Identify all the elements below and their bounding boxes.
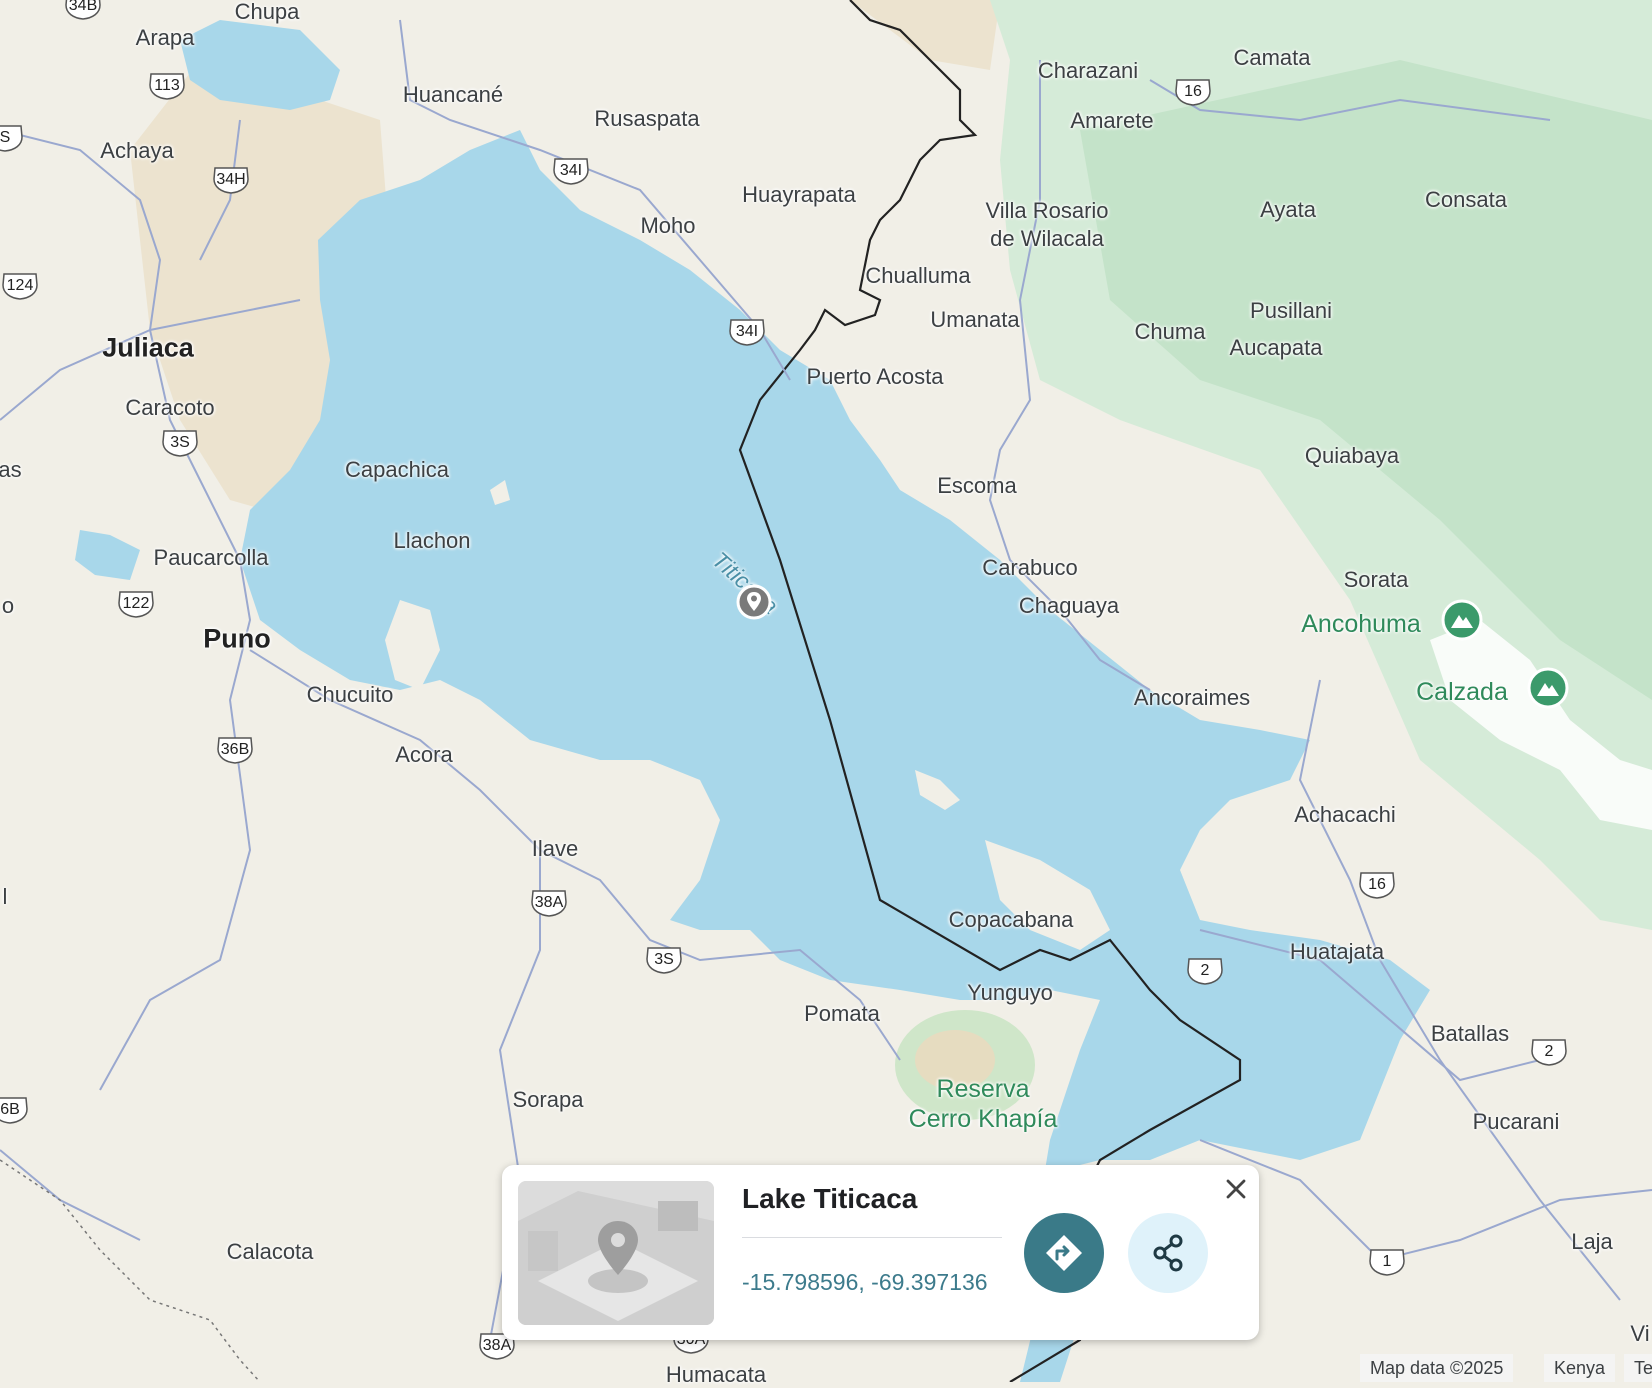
place-label[interactable]: Huatajata bbox=[1290, 939, 1384, 965]
road-shield: 124 bbox=[0, 271, 40, 301]
place-label[interactable]: Chupa bbox=[235, 0, 300, 25]
place-label[interactable]: Batallas bbox=[1431, 1021, 1509, 1047]
place-label[interactable]: Sorapa bbox=[513, 1087, 584, 1113]
mountain-peak-icon[interactable] bbox=[1441, 599, 1483, 641]
place-label[interactable]: Laja bbox=[1571, 1229, 1613, 1255]
close-icon bbox=[1226, 1179, 1246, 1199]
road-shield: 34I bbox=[727, 317, 767, 347]
place-label[interactable]: Achacachi bbox=[1294, 802, 1396, 828]
place-label[interactable]: Pucarani bbox=[1473, 1109, 1560, 1135]
place-label[interactable]: Aucapata bbox=[1230, 335, 1323, 361]
place-label[interactable]: Ancoraimes bbox=[1134, 685, 1250, 711]
road-shield: 1 bbox=[1367, 1247, 1407, 1277]
directions-icon bbox=[1046, 1235, 1082, 1271]
mountain-peak-icon[interactable] bbox=[1527, 667, 1569, 709]
place-label[interactable]: Umanata bbox=[930, 307, 1019, 333]
place-label[interactable]: Ilave bbox=[532, 836, 578, 862]
place-label[interactable]: Puerto Acosta bbox=[807, 364, 944, 390]
place-label[interactable]: Camata bbox=[1233, 45, 1310, 71]
road-shield: 122 bbox=[116, 589, 156, 619]
place-coordinates[interactable]: -15.798596, -69.397136 bbox=[742, 1269, 988, 1296]
place-label[interactable]: Yunguyo bbox=[967, 980, 1053, 1006]
road-shield: 38A bbox=[529, 888, 569, 918]
map-data-attribution: Map data ©2025 bbox=[1360, 1354, 1514, 1382]
road-shield: 34H bbox=[211, 165, 251, 195]
place-label[interactable]: Paucarcolla bbox=[154, 545, 269, 571]
road-shield: 3S bbox=[644, 945, 684, 975]
place-label[interactable]: Pomata bbox=[804, 1001, 880, 1027]
divider bbox=[742, 1237, 1002, 1238]
place-label[interactable]: Chuma bbox=[1135, 319, 1206, 345]
city-label[interactable]: Puno bbox=[203, 624, 271, 655]
road-shield: 6B bbox=[0, 1095, 30, 1125]
place-label[interactable]: Copacabana bbox=[949, 907, 1074, 933]
road-shield: 36B bbox=[215, 735, 255, 765]
road-shield: 3S bbox=[160, 428, 200, 458]
place-label[interactable]: Pusillani bbox=[1250, 298, 1332, 324]
road-shield: 34I bbox=[551, 156, 591, 186]
road-shield: 16 bbox=[1357, 870, 1397, 900]
place-label[interactable]: Arapa bbox=[136, 25, 195, 51]
place-label[interactable]: Vi bbox=[1630, 1321, 1649, 1347]
road-shield: 113 bbox=[147, 71, 187, 101]
place-label[interactable]: Huayrapata bbox=[742, 182, 856, 208]
place-label[interactable]: Rusaspata bbox=[594, 106, 699, 132]
place-label[interactable]: Chaguaya bbox=[1019, 593, 1119, 619]
place-label[interactable]: Charazani bbox=[1038, 58, 1138, 84]
close-button[interactable] bbox=[1220, 1173, 1252, 1205]
share-button[interactable] bbox=[1128, 1213, 1208, 1293]
country-link[interactable]: Kenya bbox=[1544, 1354, 1616, 1382]
city-label[interactable]: Juliaca bbox=[102, 333, 194, 364]
place-label[interactable]: Calacota bbox=[227, 1239, 314, 1265]
place-label[interactable]: as bbox=[0, 457, 22, 483]
place-label[interactable]: Achaya bbox=[100, 138, 173, 164]
peak-label[interactable]: Ancohuma bbox=[1301, 609, 1421, 639]
place-label[interactable]: Caracoto bbox=[125, 395, 214, 421]
place-label[interactable]: Llachon bbox=[393, 528, 470, 554]
place-label[interactable]: l bbox=[3, 884, 8, 910]
place-label[interactable]: Escoma bbox=[937, 473, 1016, 499]
place-label[interactable]: Humacata bbox=[666, 1362, 766, 1388]
place-label[interactable]: Moho bbox=[640, 213, 695, 239]
place-label[interactable]: Carabuco bbox=[982, 555, 1077, 581]
place-label[interactable]: Huancané bbox=[403, 82, 503, 108]
road-shield: 16 bbox=[1173, 77, 1213, 107]
place-label[interactable]: Ayata bbox=[1260, 197, 1316, 223]
peak-label[interactable]: Calzada bbox=[1416, 677, 1508, 707]
place-label[interactable]: Sorata bbox=[1344, 567, 1409, 593]
place-label[interactable]: Chualluma bbox=[865, 263, 970, 289]
place-thumbnail[interactable] bbox=[518, 1181, 714, 1325]
terms-link[interactable]: Te bbox=[1624, 1354, 1652, 1382]
place-label[interactable]: Chucuito bbox=[307, 682, 394, 708]
place-label[interactable]: Capachica bbox=[345, 457, 449, 483]
place-label[interactable]: Amarete bbox=[1070, 108, 1153, 134]
place-title: Lake Titicaca bbox=[742, 1183, 918, 1214]
road-shield: 2 bbox=[1185, 956, 1225, 986]
place-label[interactable]: Acora bbox=[395, 742, 452, 768]
road-shield: 2 bbox=[1529, 1037, 1569, 1067]
share-icon bbox=[1153, 1234, 1183, 1272]
park-label[interactable]: Reserva Cerro Khapía bbox=[909, 1074, 1058, 1134]
road-shield: S bbox=[0, 123, 25, 153]
place-card: Lake Titicaca -15.798596, -69.397136 bbox=[502, 1165, 1259, 1340]
place-label[interactable]: Villa Rosario de Wilacala bbox=[985, 197, 1108, 253]
road-shield: 34B bbox=[63, 0, 103, 21]
place-label[interactable]: Consata bbox=[1425, 187, 1507, 213]
directions-button[interactable] bbox=[1024, 1213, 1104, 1293]
place-label[interactable]: Quiabaya bbox=[1305, 443, 1399, 469]
location-pin-icon[interactable] bbox=[736, 584, 772, 620]
place-label[interactable]: o bbox=[2, 593, 14, 619]
